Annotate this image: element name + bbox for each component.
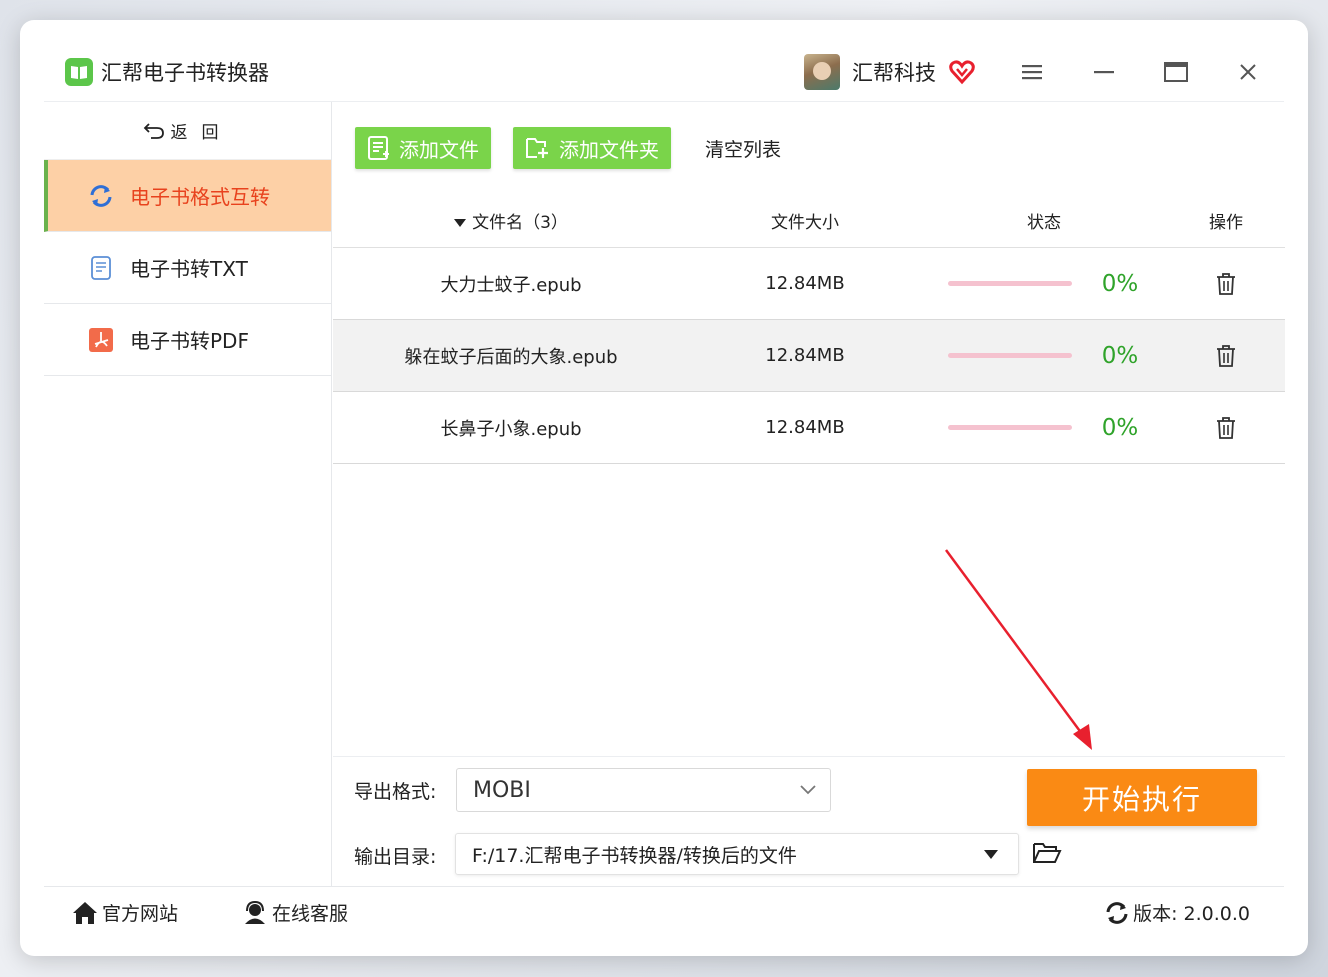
customer-service-icon: [245, 900, 266, 924]
table-row[interactable]: 长鼻子小象.epub 12.84MB 0%: [333, 392, 1285, 464]
book-logo-icon: [65, 57, 93, 86]
format-select[interactable]: MOBI: [456, 768, 831, 812]
maximize-icon[interactable]: [1140, 52, 1212, 92]
pdf-icon: [88, 327, 114, 353]
support-link[interactable]: 在线客服: [242, 899, 348, 926]
table-row[interactable]: 躲在蚊子后面的大象.epub 12.84MB 0%: [333, 320, 1285, 392]
trash-icon: [1217, 272, 1235, 295]
status-cell: 0%: [921, 271, 1167, 297]
file-name: 躲在蚊子后面的大象.epub: [404, 346, 618, 368]
back-label: 返回: [170, 123, 233, 143]
format-label: 导出格式:: [354, 781, 437, 803]
caret-down-icon: [984, 849, 998, 859]
footer: 官方网站 在线客服 版本: 2.0.0.0: [44, 886, 1284, 938]
format-value: MOBI: [473, 777, 531, 803]
minimize-icon[interactable]: [1068, 52, 1140, 92]
delete-row-button[interactable]: [1167, 416, 1285, 439]
menu-icon[interactable]: [996, 52, 1068, 92]
title-bar: 汇帮电子书转换器 汇帮科技: [44, 42, 1284, 102]
file-size: 12.84MB: [765, 417, 845, 438]
sidebar: 返回 电子书格式互转 电子书转TXT 电子书转PDF: [44, 102, 332, 886]
status-cell: 0%: [921, 343, 1167, 369]
output-dir-select[interactable]: F:/17.汇帮电子书转换器/转换后的文件: [455, 833, 1019, 875]
vip-heart-icon[interactable]: [948, 58, 976, 86]
delete-row-button[interactable]: [1167, 272, 1285, 295]
add-folder-button[interactable]: 添加文件夹: [513, 127, 671, 169]
status-cell: 0%: [921, 415, 1167, 441]
app-window: 汇帮电子书转换器 汇帮科技 返回 电子书格式互转 电子书转TXT 电子书转PDF…: [20, 20, 1308, 956]
website-link[interactable]: 官方网站: [72, 899, 178, 926]
table-header: 文件名（3） 文件大小 状态 操作: [333, 194, 1285, 248]
column-header-name[interactable]: 文件名（3）: [333, 208, 689, 233]
back-button[interactable]: 返回: [44, 102, 331, 160]
file-name: 长鼻子小象.epub: [440, 418, 582, 440]
trash-icon: [1217, 416, 1235, 439]
add-file-button[interactable]: 添加文件: [355, 127, 491, 169]
caret-down-icon: [454, 219, 467, 227]
app-title: 汇帮电子书转换器: [101, 60, 269, 85]
progress-bar: [948, 425, 1072, 430]
progress-bar: [948, 281, 1072, 286]
sidebar-item-label: 电子书转TXT: [130, 257, 248, 281]
sidebar-item-format-convert[interactable]: 电子书格式互转: [44, 160, 331, 232]
refresh-icon: [1106, 901, 1128, 924]
progress-percent: 0%: [1101, 270, 1139, 297]
close-icon[interactable]: [1212, 52, 1284, 92]
file-name: 大力士蚊子.epub: [440, 274, 582, 296]
back-arrow-icon: [143, 122, 164, 139]
sidebar-item-to-pdf[interactable]: 电子书转PDF: [44, 304, 331, 376]
column-header-status: 状态: [1027, 213, 1061, 233]
file-table-body: 大力士蚊子.epub 12.84MB 0% 躲在蚊子后面的大象.epub 12.84MB…: [333, 248, 1285, 464]
dir-label: 输出目录:: [354, 846, 437, 868]
column-header-size: 文件大小: [771, 213, 839, 233]
file-list-icon: [368, 136, 389, 160]
progress-percent: 0%: [1101, 342, 1139, 369]
trash-icon: [1217, 344, 1235, 367]
table-row[interactable]: 大力士蚊子.epub 12.84MB 0%: [333, 248, 1285, 320]
chevron-down-icon: [800, 785, 816, 795]
company-name: 汇帮科技: [852, 60, 936, 85]
folder-plus-icon: [526, 138, 548, 158]
open-folder-icon[interactable]: [1032, 840, 1062, 868]
txt-document-icon: [88, 255, 114, 281]
start-button[interactable]: 开始执行: [1027, 769, 1257, 826]
column-header-op: 操作: [1209, 213, 1243, 233]
home-icon: [73, 901, 97, 924]
dir-value: F:/17.汇帮电子书转换器/转换后的文件: [472, 844, 797, 867]
file-size: 12.84MB: [765, 345, 845, 366]
delete-row-button[interactable]: [1167, 344, 1285, 367]
sidebar-item-label: 电子书转PDF: [130, 329, 249, 353]
progress-bar: [948, 353, 1072, 358]
toolbar: 添加文件 添加文件夹 清空列表: [333, 102, 1285, 194]
progress-percent: 0%: [1101, 414, 1139, 441]
clear-list-button[interactable]: 清空列表: [705, 135, 781, 162]
refresh-icon: [88, 183, 114, 209]
sidebar-item-label: 电子书格式互转: [130, 185, 270, 209]
user-avatar[interactable]: [804, 53, 840, 90]
sidebar-item-to-txt[interactable]: 电子书转TXT: [44, 232, 331, 304]
version-info[interactable]: 版本: 2.0.0.0: [1105, 899, 1250, 926]
output-settings: 导出格式: MOBI 输出目录: F:/17.汇帮电子书转换器/转换后的文件 开…: [333, 756, 1285, 886]
file-size: 12.84MB: [765, 273, 845, 294]
